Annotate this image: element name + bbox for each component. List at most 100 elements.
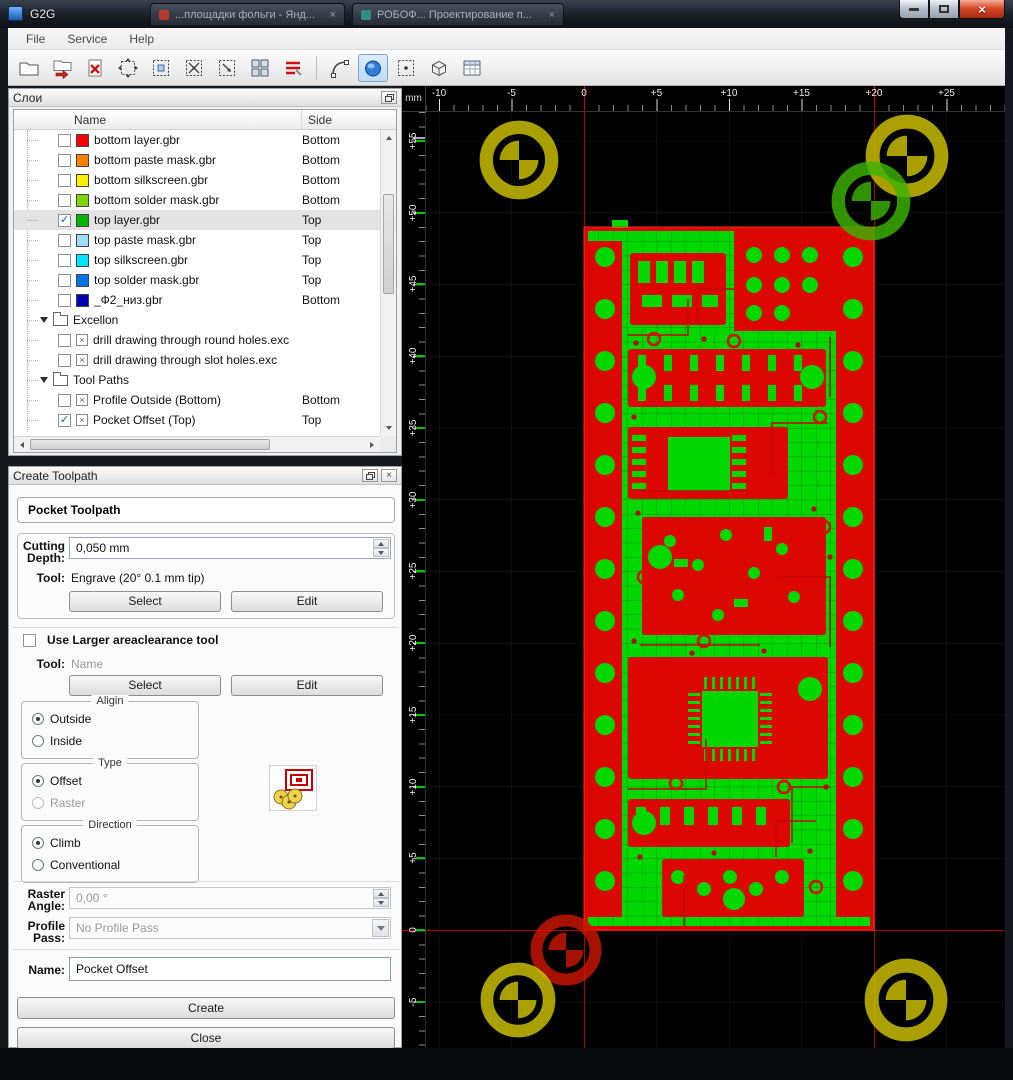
gcode-table-button[interactable] bbox=[457, 54, 487, 82]
layer-row[interactable]: ✓ top layer.gbr Top bbox=[14, 210, 380, 230]
column-header-name[interactable]: Name bbox=[14, 110, 302, 129]
create-button[interactable]: Create bbox=[17, 997, 395, 1019]
layer-group-row[interactable]: Tool Paths bbox=[14, 370, 380, 390]
layer-row[interactable]: ✓ × Pocket Offset (Top) Top bbox=[14, 410, 380, 430]
visibility-checkbox[interactable] bbox=[58, 233, 71, 247]
visibility-checkbox[interactable] bbox=[58, 393, 71, 407]
region-select-button[interactable] bbox=[391, 54, 421, 82]
profile-pass-select[interactable]: No Profile Pass bbox=[69, 917, 391, 939]
align-outside-option[interactable]: Outside bbox=[32, 712, 91, 726]
layer-color-swatch[interactable] bbox=[76, 193, 89, 207]
pan-view-button[interactable] bbox=[212, 54, 242, 82]
toolpath-name-input[interactable]: Pocket Offset bbox=[69, 957, 391, 981]
layer-row[interactable]: bottom silkscreen.gbr Bottom bbox=[14, 170, 380, 190]
select-tool-button[interactable]: Select bbox=[69, 591, 221, 612]
scroll-left-button[interactable] bbox=[14, 437, 30, 453]
layer-row[interactable]: _Ф2_низ.gbr Bottom bbox=[14, 290, 380, 310]
cutting-depth-spinner[interactable]: 0,050 mm bbox=[69, 537, 391, 559]
layer-row[interactable]: bottom layer.gbr Bottom bbox=[14, 130, 380, 150]
zoom-region-button[interactable] bbox=[146, 54, 176, 82]
use-larger-tool-checkbox[interactable] bbox=[23, 633, 36, 647]
layer-row[interactable]: bottom solder mask.gbr Bottom bbox=[14, 190, 380, 210]
drawing-area[interactable] bbox=[426, 112, 1005, 1048]
arc-tool-button[interactable] bbox=[325, 54, 355, 82]
direction-climb-option[interactable]: Climb bbox=[32, 836, 81, 850]
expand-arrow-icon[interactable] bbox=[40, 377, 48, 383]
clear-canvas-button[interactable] bbox=[278, 54, 308, 82]
layer-color-swatch[interactable] bbox=[76, 173, 89, 187]
circle-tool-button[interactable] bbox=[358, 53, 388, 82]
close-file-button[interactable] bbox=[80, 54, 110, 82]
radio-icon[interactable] bbox=[32, 775, 44, 787]
radio-icon[interactable] bbox=[32, 713, 44, 725]
visibility-checkbox[interactable] bbox=[58, 193, 71, 207]
radio-icon[interactable] bbox=[32, 837, 44, 849]
select-tool2-button[interactable]: Select bbox=[69, 675, 221, 696]
layer-color-swatch[interactable] bbox=[76, 253, 89, 267]
visibility-checkbox[interactable] bbox=[58, 273, 71, 287]
scroll-up-button[interactable] bbox=[381, 130, 397, 146]
shrink-view-button[interactable] bbox=[179, 54, 209, 82]
visibility-checkbox[interactable] bbox=[58, 253, 71, 267]
background-tab[interactable]: РОБОФ... Проектирование п... × bbox=[352, 3, 564, 25]
visibility-checkbox[interactable]: ✓ bbox=[58, 213, 71, 227]
float-panel-button[interactable] bbox=[381, 91, 397, 104]
array-view-button[interactable] bbox=[245, 54, 275, 82]
visibility-checkbox[interactable] bbox=[58, 153, 71, 167]
menu-file[interactable]: File bbox=[16, 30, 55, 48]
edit-tool2-button[interactable]: Edit bbox=[231, 675, 383, 696]
open-project-button[interactable] bbox=[14, 54, 44, 82]
scrollbar-thumb[interactable] bbox=[383, 194, 394, 294]
float-panel-button[interactable] bbox=[362, 469, 378, 482]
align-inside-option[interactable]: Inside bbox=[32, 734, 82, 748]
vertical-scrollbar[interactable] bbox=[380, 130, 396, 436]
direction-conventional-option[interactable]: Conventional bbox=[32, 858, 120, 872]
menu-help[interactable]: Help bbox=[119, 30, 164, 48]
fit-view-button[interactable] bbox=[113, 54, 143, 82]
layer-row[interactable]: × Profile Outside (Bottom) Bottom bbox=[14, 390, 380, 410]
minimize-button[interactable] bbox=[899, 0, 929, 19]
layer-group-row[interactable]: Excellon bbox=[14, 310, 380, 330]
import-file-button[interactable] bbox=[47, 54, 77, 82]
layer-color-swatch[interactable] bbox=[76, 213, 89, 227]
background-tab[interactable]: ...площадки фольги - Янд... × bbox=[150, 3, 345, 25]
radio-icon[interactable] bbox=[32, 859, 44, 871]
visibility-checkbox[interactable] bbox=[58, 353, 71, 367]
layer-color-swatch[interactable] bbox=[76, 153, 89, 167]
layer-row[interactable]: top paste mask.gbr Top bbox=[14, 230, 380, 250]
layer-color-swatch[interactable] bbox=[76, 133, 89, 147]
dropdown-arrow-icon[interactable] bbox=[372, 919, 389, 937]
maximize-button[interactable] bbox=[929, 0, 959, 19]
layer-row[interactable]: bottom paste mask.gbr Bottom bbox=[14, 150, 380, 170]
layer-color-swatch[interactable] bbox=[76, 273, 89, 287]
visibility-checkbox[interactable] bbox=[58, 333, 71, 347]
tab-close-icon[interactable]: × bbox=[330, 9, 336, 21]
spin-down-button[interactable] bbox=[373, 548, 389, 557]
pcb-canvas[interactable]: mm -10 -5 0 +5 +10 +15 +20 +25 +55 +50 +45 +40 +35 +… bbox=[402, 86, 1005, 1048]
spin-up-button[interactable] bbox=[373, 539, 389, 548]
visibility-checkbox[interactable]: ✓ bbox=[58, 413, 71, 427]
visibility-checkbox[interactable] bbox=[58, 293, 71, 307]
column-header-side[interactable]: Side bbox=[302, 113, 332, 127]
layer-color-swatch[interactable] bbox=[76, 233, 89, 247]
edit-tool-button[interactable]: Edit bbox=[231, 591, 383, 612]
visibility-checkbox[interactable] bbox=[58, 133, 71, 147]
type-offset-option[interactable]: Offset bbox=[32, 774, 82, 788]
layer-row[interactable]: × drill drawing through round holes.exc bbox=[14, 330, 380, 350]
expand-arrow-icon[interactable] bbox=[40, 317, 48, 323]
menu-service[interactable]: Service bbox=[57, 30, 117, 48]
horizontal-scrollbar[interactable] bbox=[14, 436, 380, 452]
scroll-right-button[interactable] bbox=[364, 437, 380, 453]
scroll-down-button[interactable] bbox=[381, 420, 397, 436]
radio-icon[interactable] bbox=[32, 735, 44, 747]
view-3d-button[interactable] bbox=[424, 54, 454, 82]
layer-color-swatch[interactable] bbox=[76, 293, 89, 307]
scrollbar-thumb[interactable] bbox=[30, 439, 270, 450]
layer-row[interactable]: top silkscreen.gbr Top bbox=[14, 250, 380, 270]
tab-close-icon[interactable]: × bbox=[549, 9, 555, 21]
layer-row[interactable]: top solder mask.gbr Top bbox=[14, 270, 380, 290]
close-panel-button[interactable]: × bbox=[381, 469, 397, 482]
layer-row[interactable]: × drill drawing through slot holes.exc bbox=[14, 350, 380, 370]
visibility-checkbox[interactable] bbox=[58, 173, 71, 187]
close-button[interactable]: × bbox=[959, 0, 1005, 19]
